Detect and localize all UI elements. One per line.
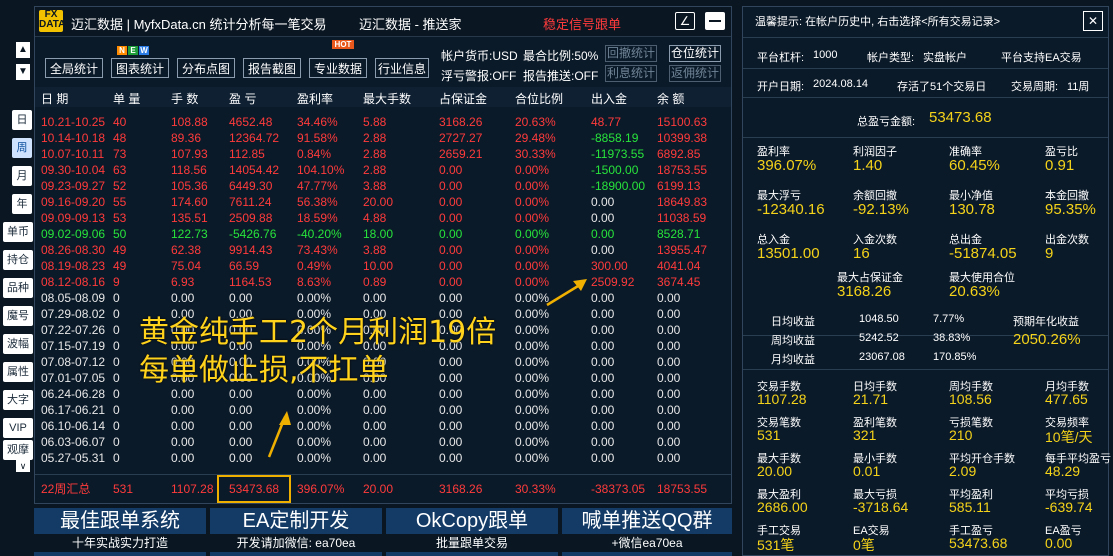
tip-text: 温馨提示: 在帐户历史中, 右击选择<所有交易记录> bbox=[755, 16, 1001, 28]
total-pnl-label: 总盈亏金额: bbox=[857, 116, 916, 128]
stat-value: 531 bbox=[757, 427, 781, 443]
avg-amount: 5242.52 bbox=[859, 332, 899, 344]
stat-value: 585.11 bbox=[949, 499, 991, 515]
avg-percent: 38.83% bbox=[933, 332, 971, 344]
stat-value: 0.91 bbox=[1045, 157, 1075, 174]
stat-value: 60.45% bbox=[949, 157, 1000, 174]
stat-value: 108.56 bbox=[949, 391, 992, 407]
stat-value: 1107.28 bbox=[757, 391, 807, 407]
ad-copy-system[interactable]: 最佳跟单系统十年实战实力打造 bbox=[34, 508, 206, 556]
ad-subtitle: 批量跟单交易 bbox=[386, 534, 558, 552]
stat-value: 210 bbox=[949, 427, 973, 443]
open-date-value: 2024.08.14 bbox=[813, 78, 869, 90]
ad-subtitle: 十年实战实力打造 bbox=[34, 534, 206, 552]
stat-value: 13501.00 bbox=[757, 245, 820, 262]
ad-subtitle: +微信ea70ea bbox=[562, 534, 732, 552]
margin-value: 3168.26 bbox=[837, 283, 892, 300]
stat-value: -92.13% bbox=[853, 201, 909, 218]
stat-value: -12340.16 bbox=[757, 201, 825, 218]
left-button-10[interactable]: 大字 bbox=[3, 390, 33, 410]
stat-value: 531笔 bbox=[757, 537, 795, 553]
left-button-9[interactable]: 属性 bbox=[3, 362, 33, 382]
left-button-2[interactable]: 月 bbox=[12, 166, 32, 186]
annotation-arrows bbox=[267, 279, 587, 458]
avg-label: 月均收益 bbox=[771, 354, 815, 366]
left-button-6[interactable]: 品种 bbox=[3, 278, 33, 298]
stat-value: 477.65 bbox=[1045, 391, 1088, 407]
stat-value: 0.01 bbox=[853, 463, 881, 479]
avg-label: 日均收益 bbox=[771, 316, 815, 328]
ea-support: 平台支持EA交易 bbox=[1001, 52, 1082, 64]
annual-value: 2050.26% bbox=[1013, 331, 1081, 348]
stat-value: 53473.68 bbox=[949, 535, 1008, 551]
stat-value: 0.00 bbox=[1045, 535, 1073, 551]
stat-value: 48.29 bbox=[1045, 463, 1081, 479]
scroll-down-icon[interactable]: ▼ bbox=[16, 64, 30, 80]
overlay-text-line2: 每单做止损,不扛单 bbox=[139, 353, 389, 388]
stat-value: 321 bbox=[853, 427, 877, 443]
margin-value: 20.63% bbox=[949, 283, 1000, 300]
ad-ea-dev[interactable]: EA定制开发开发请加微信: ea70ea bbox=[210, 508, 382, 556]
left-button-4[interactable]: 单币 bbox=[3, 222, 33, 242]
stat-value: 20.00 bbox=[757, 463, 793, 479]
account-type-value: 实盘帐户 bbox=[923, 52, 967, 64]
stat-value: 2686.00 bbox=[757, 499, 808, 515]
stat-value: 0笔 bbox=[853, 537, 875, 553]
scroll-up-icon[interactable]: ▲ bbox=[16, 42, 30, 58]
left-sidebar: ▲ ▼ 日周月年单币持仓品种魔号波幅属性大字 VIP 观摩 ∨ bbox=[0, 0, 34, 556]
left-button-12[interactable]: 观摩 bbox=[3, 440, 33, 460]
survival-days: 存活了51个交易日 bbox=[897, 81, 987, 93]
leverage-value: 1000 bbox=[813, 49, 838, 61]
annual-label: 预期年化收益 bbox=[1013, 316, 1079, 328]
stat-value: -3718.64 bbox=[853, 499, 909, 515]
left-button-8[interactable]: 波幅 bbox=[3, 334, 33, 354]
period-label: 交易周期: bbox=[1011, 81, 1059, 93]
open-date-label: 开户日期: bbox=[757, 81, 805, 93]
ad-title: 最佳跟单系统 bbox=[60, 510, 180, 532]
arrow-head-bottom bbox=[279, 411, 291, 425]
total-pnl-value: 53473.68 bbox=[929, 109, 992, 126]
left-button-3[interactable]: 年 bbox=[12, 194, 32, 214]
main-panel: FX DATA 迈汇数据 | MyfxData.cn 统计分析每一笔交易 迈汇数据… bbox=[34, 6, 732, 504]
stat-value: 130.78 bbox=[949, 201, 995, 218]
stat-value: 9 bbox=[1045, 245, 1054, 262]
left-button-11[interactable]: VIP bbox=[3, 418, 33, 438]
avg-amount: 1048.50 bbox=[859, 313, 899, 325]
ad-okcopy[interactable]: OkCopy跟单批量跟单交易 bbox=[386, 508, 558, 556]
ad-title: OkCopy跟单 bbox=[415, 510, 529, 532]
ad-qq-group[interactable]: 喊单推送QQ群 +微信ea70ea bbox=[562, 508, 732, 556]
leverage-label: 平台杠杆: bbox=[757, 52, 805, 64]
avg-percent: 7.77% bbox=[933, 313, 965, 325]
stat-value: -639.74 bbox=[1045, 499, 1093, 515]
left-button-7[interactable]: 魔号 bbox=[3, 306, 33, 326]
period-value: 11周 bbox=[1067, 81, 1090, 93]
close-icon[interactable]: ✕ bbox=[1083, 11, 1103, 31]
stat-value: 16 bbox=[853, 245, 870, 262]
avg-amount: 23067.08 bbox=[859, 351, 905, 363]
ad-subtitle: 开发请加微信: ea70ea bbox=[210, 534, 382, 552]
avg-label: 周均收益 bbox=[771, 335, 815, 347]
stat-value: 396.07% bbox=[757, 157, 817, 174]
stat-value: 2.09 bbox=[949, 463, 977, 479]
left-button-0[interactable]: 日 bbox=[12, 110, 32, 130]
stat-value: -51874.05 bbox=[949, 245, 1017, 262]
ad-title: EA定制开发 bbox=[242, 510, 350, 532]
stat-value: 95.35% bbox=[1045, 201, 1096, 218]
stat-value: 1.40 bbox=[853, 157, 883, 174]
stats-panel: 温馨提示: 在帐户历史中, 右击选择<所有交易记录> ✕ 平台杠杆: 1000 … bbox=[742, 6, 1111, 556]
left-button-5[interactable]: 持仓 bbox=[3, 250, 33, 270]
account-type-label: 帐户类型: bbox=[867, 52, 915, 64]
stat-value: 21.71 bbox=[853, 391, 889, 407]
chevron-down-icon[interactable]: ∨ bbox=[16, 460, 30, 472]
left-button-1[interactable]: 周 bbox=[12, 138, 32, 158]
avg-percent: 170.85% bbox=[933, 351, 977, 363]
stat-value: 10笔/天 bbox=[1045, 429, 1093, 445]
ad-title: 喊单推送QQ群 bbox=[581, 510, 713, 532]
